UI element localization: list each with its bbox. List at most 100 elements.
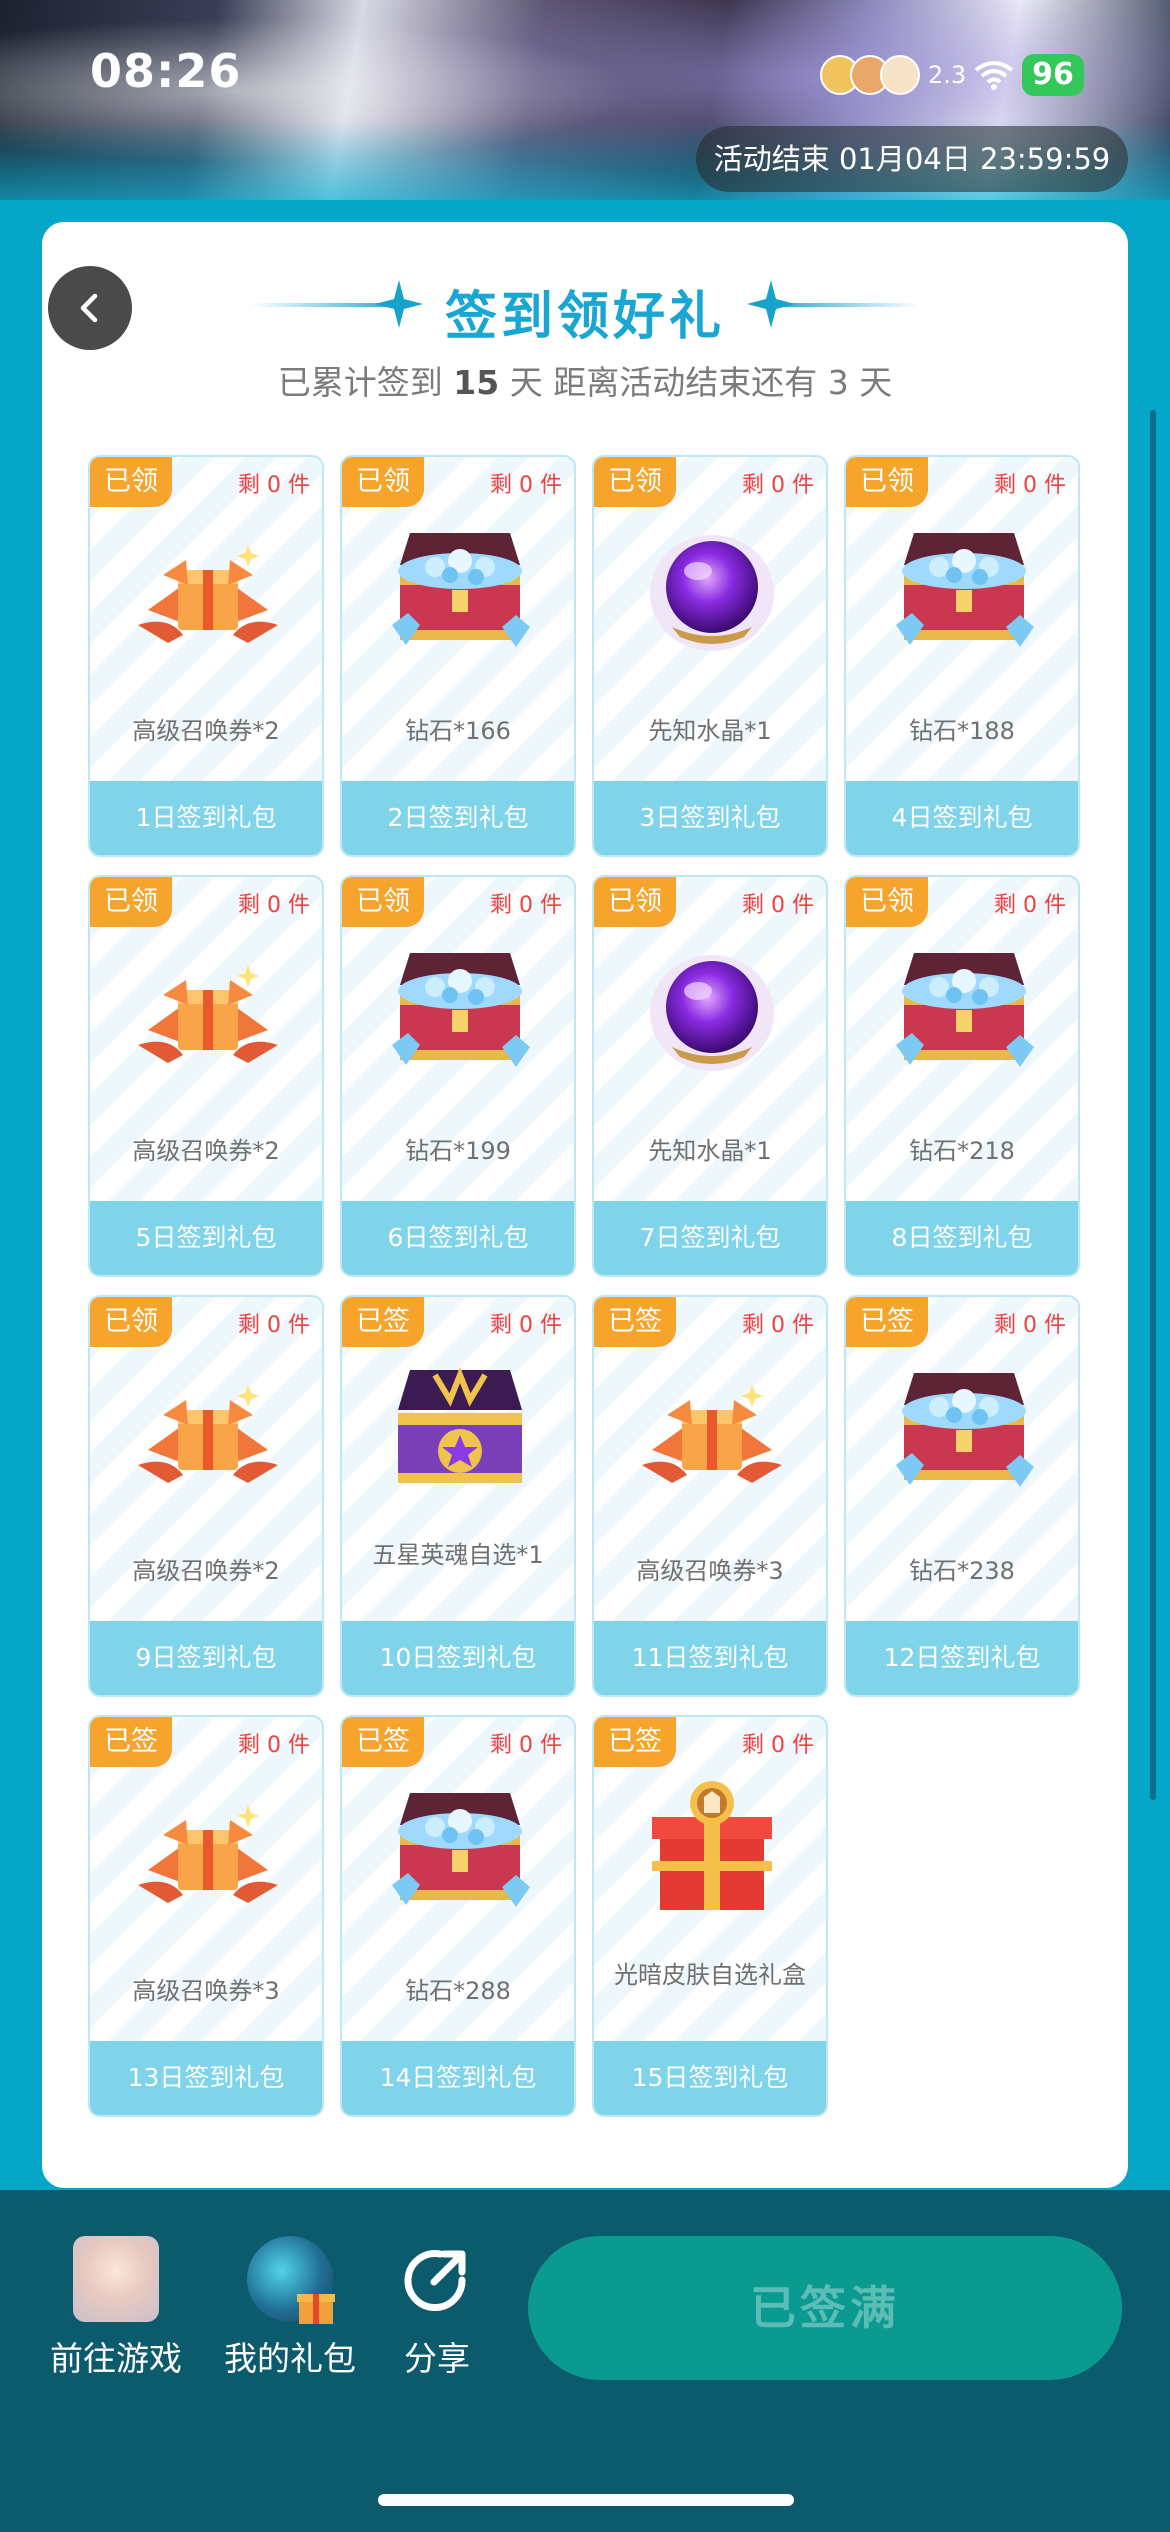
- status-time: 08:26: [90, 44, 242, 98]
- reward-tile[interactable]: 已签 剩 0 件 钻石*238 12日签到礼包: [844, 1295, 1080, 1697]
- day-package-label: 5日签到礼包: [90, 1201, 322, 1275]
- reward-name: 高级召唤券*2: [132, 1137, 280, 1165]
- share-button[interactable]: 分享: [392, 2236, 482, 2380]
- reward-tile[interactable]: 已签 剩 0 件 钻石*288 14日签到礼包: [340, 1715, 576, 2117]
- reward-name: 先知水晶*1: [648, 1137, 772, 1165]
- ticket-bundle-icon: [128, 1775, 288, 1925]
- back-button[interactable]: [48, 266, 132, 350]
- my-gifts-button[interactable]: 我的礼包: [222, 2236, 358, 2380]
- game-avatar-icon: [73, 2236, 159, 2322]
- reward-tile[interactable]: 已领 剩 0 件 钻石*218 8日签到礼包: [844, 875, 1080, 1277]
- reward-name: 钻石*199: [405, 1137, 511, 1165]
- reward-tile[interactable]: 已领 剩 0 件 钻石*199 6日签到礼包: [340, 875, 576, 1277]
- reward-tile[interactable]: 已领 剩 0 件 高级召唤券*2 1日签到礼包: [88, 455, 324, 857]
- go-game-label: 前往游戏: [50, 2339, 182, 2378]
- hero-chest-icon: [380, 1355, 540, 1505]
- chevron-left-icon: [80, 293, 98, 323]
- day-package-label: 6日签到礼包: [342, 1201, 574, 1275]
- day-package-label: 4日签到礼包: [846, 781, 1078, 855]
- claimed-badge: 已领: [342, 457, 424, 507]
- diamond-chest-icon: [884, 1355, 1044, 1505]
- reward-name: 高级召唤券*2: [132, 717, 280, 745]
- signed-full-button[interactable]: 已签满: [528, 2236, 1122, 2380]
- day-package-label: 7日签到礼包: [594, 1201, 826, 1275]
- reward-name: 高级召唤券*2: [132, 1557, 280, 1585]
- avatar: [880, 55, 920, 95]
- reward-name: 钻石*288: [405, 1977, 511, 2005]
- remaining-count: 剩 0 件: [742, 1733, 814, 1758]
- claimed-badge: 已签: [342, 1717, 424, 1767]
- diamond-chest-icon: [884, 935, 1044, 1085]
- share-icon-wrap: [402, 2236, 472, 2322]
- gift-avatar-icon: [247, 2236, 335, 2324]
- claimed-badge: 已签: [342, 1297, 424, 1347]
- skin-gift-box-icon: [632, 1775, 792, 1925]
- day-package-label: 8日签到礼包: [846, 1201, 1078, 1275]
- reward-tile[interactable]: 已签 剩 0 件 高级召唤券*3 11日签到礼包: [592, 1295, 828, 1697]
- diamond-chest-icon: [380, 1775, 540, 1925]
- remaining-count: 剩 0 件: [238, 1313, 310, 1338]
- title-block: 签到领好礼: [250, 270, 920, 347]
- remaining-count: 剩 0 件: [490, 1733, 562, 1758]
- reward-tile[interactable]: 已签 剩 0 件 五星英魂自选*1 10日签到礼包: [340, 1295, 576, 1697]
- day-package-label: 13日签到礼包: [90, 2041, 322, 2115]
- page-title: 签到领好礼: [444, 287, 725, 347]
- reward-name: 钻石*166: [405, 717, 511, 745]
- reward-name: 光暗皮肤自选礼盒: [614, 1961, 806, 1989]
- reward-name: 钻石*188: [909, 717, 1015, 745]
- summary-days: 15: [453, 363, 500, 402]
- reward-tile[interactable]: 已领 剩 0 件 钻石*188 4日签到礼包: [844, 455, 1080, 857]
- claimed-badge: 已领: [342, 877, 424, 927]
- scrollbar[interactable]: [1150, 410, 1156, 1800]
- reward-name: 先知水晶*1: [648, 717, 772, 745]
- reward-tile[interactable]: 已领 剩 0 件 钻石*166 2日签到礼包: [340, 455, 576, 857]
- claimed-badge: 已领: [594, 877, 676, 927]
- remaining-count: 剩 0 件: [994, 473, 1066, 498]
- remaining-count: 剩 0 件: [238, 1733, 310, 1758]
- go-game-button[interactable]: 前往游戏: [48, 2236, 184, 2380]
- claimed-badge: 已领: [90, 1297, 172, 1347]
- reward-tile[interactable]: 已领 剩 0 件 先知水晶*1 7日签到礼包: [592, 875, 828, 1277]
- reward-grid: 已领 剩 0 件 高级召唤券*2 1日签到礼包 已领 剩 0 件 钻石*166 …: [88, 455, 1082, 2117]
- reward-tile[interactable]: 已领 剩 0 件 高级召唤券*2 5日签到礼包: [88, 875, 324, 1277]
- claimed-badge: 已签: [594, 1717, 676, 1767]
- reward-name: 钻石*218: [909, 1137, 1015, 1165]
- crystal-orb-icon: [632, 935, 792, 1085]
- reward-tile[interactable]: 已签 剩 0 件 高级召唤券*3 13日签到礼包: [88, 1715, 324, 2117]
- summary-prefix: 已累计签到: [277, 363, 443, 402]
- reward-tile[interactable]: 已领 剩 0 件 高级召唤券*2 9日签到礼包: [88, 1295, 324, 1697]
- reward-name: 高级召唤券*3: [132, 1977, 280, 2005]
- day-package-label: 3日签到礼包: [594, 781, 826, 855]
- claimed-badge: 已领: [90, 877, 172, 927]
- claimed-badge: 已领: [594, 457, 676, 507]
- diamond-chest-icon: [380, 515, 540, 665]
- remaining-count: 剩 0 件: [742, 473, 814, 498]
- crystal-orb-icon: [632, 515, 792, 665]
- remaining-count: 剩 0 件: [742, 893, 814, 918]
- remaining-count: 剩 0 件: [238, 473, 310, 498]
- day-package-label: 2日签到礼包: [342, 781, 574, 855]
- reward-name: 高级召唤券*3: [636, 1557, 784, 1585]
- status-right: 2.3 96: [820, 50, 1084, 100]
- remaining-count: 剩 0 件: [994, 893, 1066, 918]
- home-indicator[interactable]: [378, 2494, 794, 2506]
- day-package-label: 14日签到礼包: [342, 2041, 574, 2115]
- day-package-label: 12日签到礼包: [846, 1621, 1078, 1695]
- ticket-bundle-icon: [632, 1355, 792, 1505]
- wifi-icon: [974, 61, 1014, 90]
- network-speed: 2.3: [928, 61, 967, 89]
- remaining-count: 剩 0 件: [742, 1313, 814, 1338]
- activity-end-time: 活动结束 01月04日 23:59:59: [696, 126, 1128, 192]
- ticket-bundle-icon: [128, 1355, 288, 1505]
- live-avatars: [820, 55, 920, 95]
- signin-summary: 已累计签到 15 天 距离活动结束还有 3 天: [0, 356, 1170, 404]
- ticket-bundle-icon: [128, 935, 288, 1085]
- reward-tile[interactable]: 已签 剩 0 件 光暗皮肤自选礼盒 15日签到礼包: [592, 1715, 828, 2117]
- share-label: 分享: [404, 2339, 470, 2378]
- day-package-label: 15日签到礼包: [594, 2041, 826, 2115]
- remaining-count: 剩 0 件: [490, 1313, 562, 1338]
- share-icon: [404, 2250, 466, 2312]
- ticket-bundle-icon: [128, 515, 288, 665]
- reward-tile[interactable]: 已领 剩 0 件 先知水晶*1 3日签到礼包: [592, 455, 828, 857]
- claimed-badge: 已签: [90, 1717, 172, 1767]
